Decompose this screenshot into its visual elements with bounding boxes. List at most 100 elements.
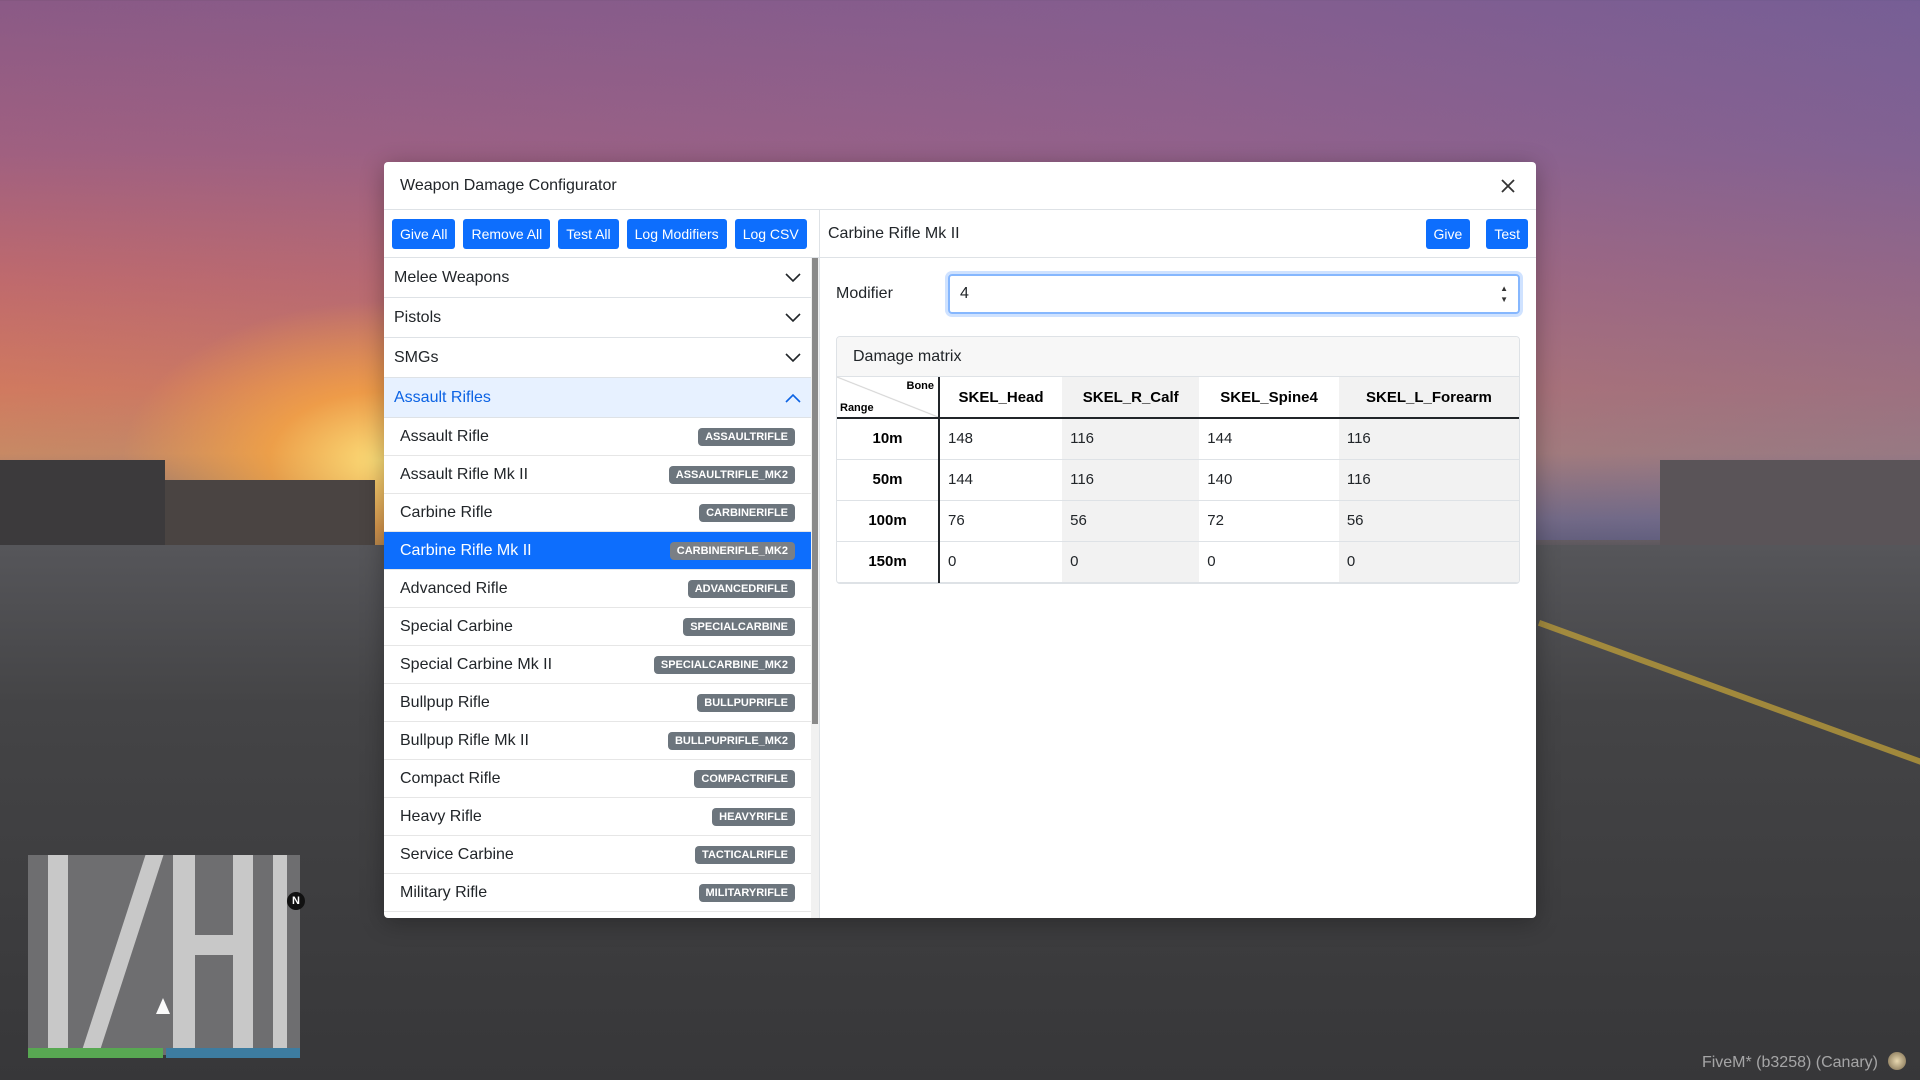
damage-cell[interactable]: 56 [1062, 500, 1200, 542]
category-label: SMGs [394, 348, 439, 366]
weapon-list: Melee Weapons Pistols SMGs Assault Rifles As… [384, 258, 811, 918]
weapon-name: Bullpup Rifle Mk II [400, 731, 529, 749]
remove-all-button[interactable]: Remove All [463, 218, 551, 249]
minimap-road [80, 855, 164, 1055]
weapon-item[interactable]: Compact Rifle COMPACTRIFLE [384, 760, 811, 798]
damage-cell[interactable]: 76 [939, 500, 1063, 542]
weapon-item[interactable]: Assault Rifle Mk II ASSAULTRIFLE_MK2 [384, 456, 811, 494]
detail-header: Carbine Rifle Mk II Give Test [820, 210, 1536, 258]
range-row-header: 10m [837, 418, 940, 460]
scrollbar-thumb[interactable] [812, 258, 818, 724]
damage-cell[interactable]: 148 [939, 418, 1063, 460]
test-button[interactable]: Test [1486, 218, 1528, 249]
modifier-value: 4 [960, 285, 969, 302]
dialog-body: Give All Remove All Test All Log Modifie… [384, 210, 1536, 918]
range-row-header: 50m [837, 459, 940, 501]
weapon-item[interactable]: Military Rifle MILITARYRIFLE [384, 874, 811, 912]
damage-cell[interactable]: 0 [1062, 541, 1200, 583]
damage-cell[interactable]: 0 [939, 541, 1063, 583]
damage-cell[interactable]: 116 [1062, 459, 1200, 501]
weapon-detail: Carbine Rifle Mk II Give Test Modifier 4… [820, 210, 1536, 918]
category-pistols[interactable]: Pistols [384, 298, 811, 338]
damage-cell[interactable]: 0 [1338, 541, 1519, 583]
range-row-header: 100m [837, 500, 940, 542]
weapon-name: Service Carbine [400, 845, 514, 863]
weapon-code-badge: ADVANCEDRIFLE [687, 579, 795, 598]
modifier-spinner[interactable]: ▲ ▼ [1500, 284, 1508, 304]
modifier-number-input[interactable]: 4 ▲ ▼ [948, 274, 1520, 314]
fivem-icon [1888, 1052, 1906, 1070]
damage-cell[interactable]: 116 [1338, 459, 1519, 501]
matrix-body: 10m 148 116 144 116 50m 144 116 140 116 100m 76 56 72… [837, 418, 1519, 583]
bone-column-header: SKEL_Head [939, 377, 1063, 419]
bone-column-header: SKEL_R_Calf [1062, 377, 1200, 419]
damage-cell[interactable]: 140 [1199, 459, 1339, 501]
weapon-toolbar: Give All Remove All Test All Log Modifie… [384, 210, 819, 258]
weapon-item[interactable]: Bullpup Rifle BULLPUPRIFLE [384, 684, 811, 722]
minimap-road [173, 855, 195, 1055]
give-button[interactable]: Give [1425, 218, 1471, 249]
weapon-code-badge: TACTICALRIFLE [695, 845, 795, 864]
weapon-name: Assault Rifle Mk II [400, 465, 529, 483]
detail-content: Modifier 4 ▲ ▼ Damage matrix Bone Range … [820, 258, 1536, 600]
corner-bone-label: Bone [906, 380, 935, 392]
weapon-item[interactable]: Heavy Rifle HEAVYRIFLE [384, 798, 811, 836]
give-all-button[interactable]: Give All [392, 218, 456, 249]
weapon-browser: Give All Remove All Test All Log Modifie… [384, 210, 820, 918]
damage-cell[interactable]: 0 [1199, 541, 1339, 583]
weapon-item[interactable]: Special Carbine Mk II SPECIALCARBINE_MK2 [384, 646, 811, 684]
category-smgs[interactable]: SMGs [384, 338, 811, 378]
damage-cell[interactable]: 144 [1199, 418, 1339, 460]
matrix-row: 50m 144 116 140 116 [837, 459, 1519, 501]
matrix-row: 150m 0 0 0 0 [837, 541, 1519, 583]
weapon-item[interactable]: Assault Rifle ASSAULTRIFLE [384, 418, 811, 456]
test-all-button[interactable]: Test All [558, 218, 619, 249]
north-icon: N [287, 892, 305, 910]
airport-terminal [1660, 460, 1920, 550]
log-modifiers-button[interactable]: Log Modifiers [626, 218, 727, 249]
close-button[interactable] [1496, 174, 1520, 198]
selected-weapon-title: Carbine Rifle Mk II [828, 224, 960, 242]
weapon-item[interactable]: Service Carbine TACTICALRIFLE [384, 836, 811, 874]
damage-cell[interactable]: 116 [1338, 418, 1519, 460]
weapon-item[interactable]: Carbine Rifle Mk II CARBINERIFLE_MK2 [384, 532, 811, 570]
armor-bar [166, 1048, 300, 1058]
weapon-code-badge: MILITARYRIFLE [698, 883, 795, 902]
weapon-item[interactable]: Special Carbine SPECIALCARBINE [384, 608, 811, 646]
category-melee-weapons[interactable]: Melee Weapons [384, 258, 811, 298]
damage-cell[interactable]: 144 [939, 459, 1063, 501]
weapon-name: Bullpup Rifle [400, 693, 490, 711]
weapon-item[interactable]: Carbine Rifle CARBINERIFLE [384, 494, 811, 532]
modifier-label: Modifier [836, 285, 893, 302]
dialog-title: Weapon Damage Configurator [400, 176, 617, 194]
weapon-name: Carbine Rifle Mk II [400, 541, 532, 559]
weapon-code-badge: SPECIALCARBINE_MK2 [653, 655, 795, 674]
spin-down-icon[interactable]: ▼ [1500, 295, 1508, 304]
damage-cell[interactable]: 56 [1338, 500, 1519, 542]
weapon-item[interactable]: Bullpup Rifle Mk II BULLPUPRIFLE_MK2 [384, 722, 811, 760]
health-bar [28, 1048, 163, 1058]
log-csv-button[interactable]: Log CSV [734, 218, 807, 249]
weapon-list-scrollbar[interactable] [811, 258, 819, 918]
weapon-name: Advanced Rifle [400, 579, 508, 597]
close-icon [1501, 178, 1515, 193]
weapon-code-badge: ASSAULTRIFLE_MK2 [668, 465, 795, 484]
minimap-road [233, 855, 253, 1055]
weapon-name: Carbine Rifle [400, 503, 493, 521]
chevron-down-icon [785, 272, 801, 282]
weapon-list-container: Melee Weapons Pistols SMGs Assault Rifles As… [384, 258, 819, 918]
weapon-code-badge: BULLPUPRIFLE_MK2 [667, 731, 795, 750]
category-assault-rifles[interactable]: Assault Rifles [384, 378, 811, 418]
damage-cell[interactable]: 116 [1062, 418, 1200, 460]
weapon-damage-dialog: Weapon Damage Configurator Give All Remo… [384, 162, 1536, 918]
spin-up-icon[interactable]: ▲ [1500, 284, 1508, 293]
weapon-item[interactable]: Advanced Rifle ADVANCEDRIFLE [384, 570, 811, 608]
dialog-header: Weapon Damage Configurator [384, 162, 1536, 210]
minimap-road [48, 855, 68, 1055]
weapon-name: Military Rifle [400, 883, 488, 901]
weapon-code-badge: CARBINERIFLE [699, 503, 795, 522]
damage-cell[interactable]: 72 [1199, 500, 1339, 542]
detail-actions: Give Test [1425, 218, 1528, 249]
bone-column-header: SKEL_L_Forearm [1338, 377, 1519, 419]
corner-range-label: Range [840, 402, 874, 414]
